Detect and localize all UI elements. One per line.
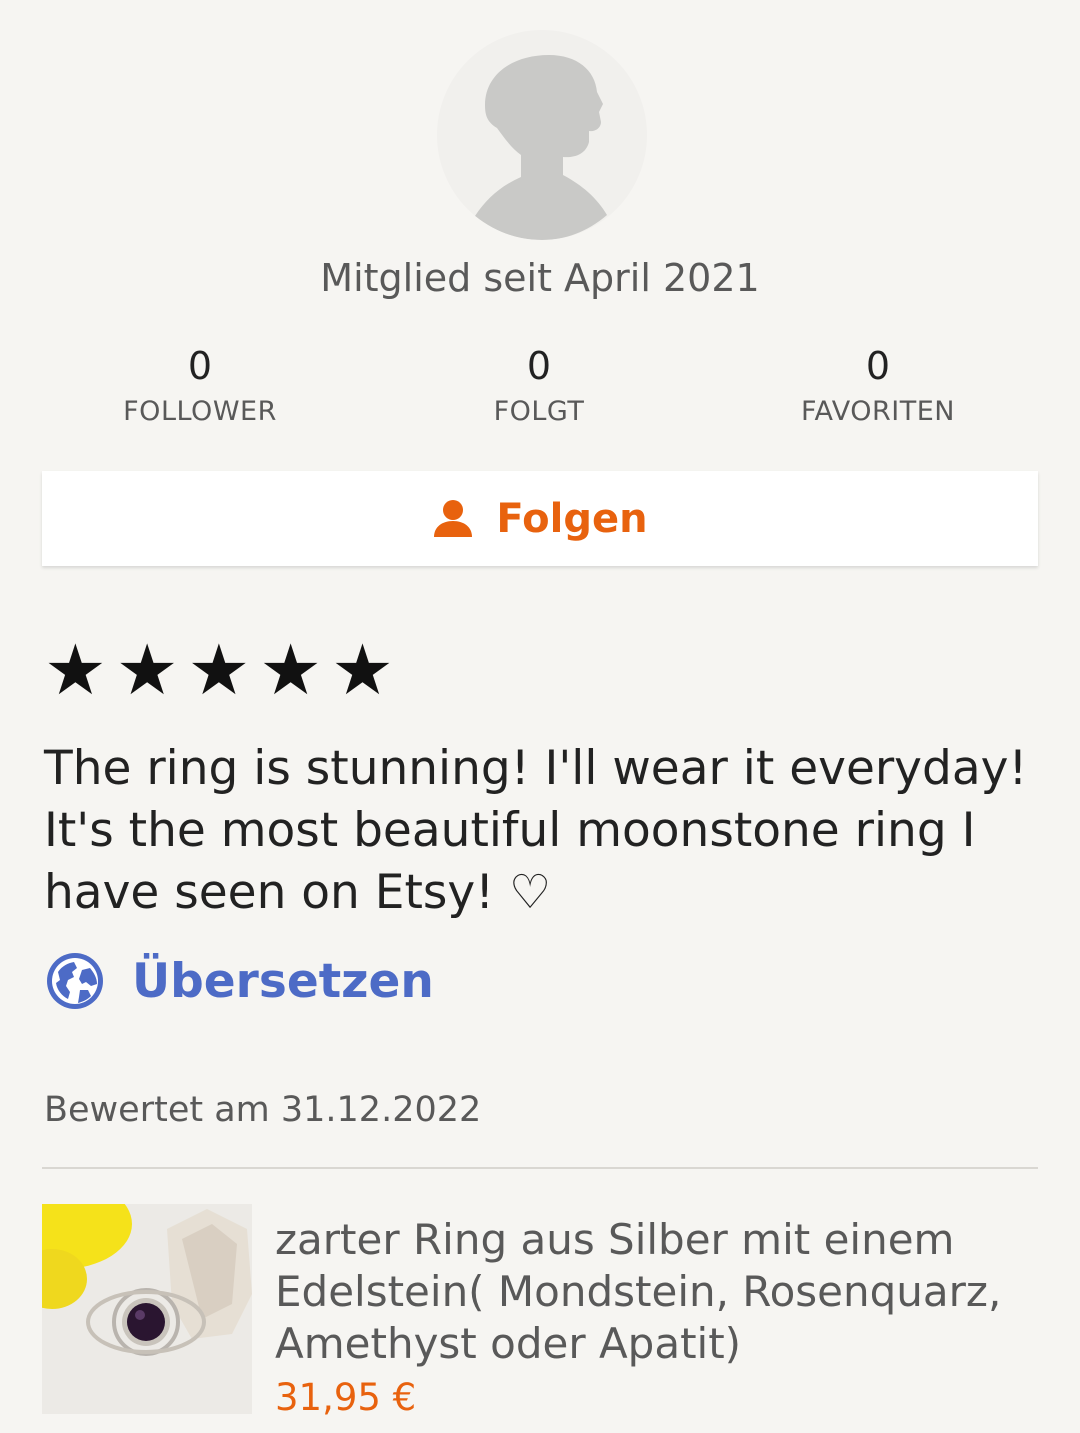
product-title[interactable]: zarter Ring aus Silber mit einem Edelste… bbox=[275, 1214, 1065, 1370]
star-icon: ★ bbox=[187, 629, 251, 711]
default-avatar-silhouette-icon bbox=[475, 55, 607, 240]
follow-button[interactable]: Folgen bbox=[42, 471, 1038, 566]
ring-photo bbox=[42, 1204, 252, 1414]
rating-stars: ★ ★ ★ ★ ★ bbox=[44, 635, 403, 705]
globe-icon bbox=[47, 953, 103, 1009]
translate-button[interactable]: Übersetzen bbox=[44, 950, 434, 1012]
translate-label: Übersetzen bbox=[132, 953, 434, 1009]
stat-following[interactable]: 0 FOLGT bbox=[389, 340, 689, 427]
stat-label: FAVORITEN bbox=[800, 396, 955, 427]
profile-avatar bbox=[437, 30, 647, 240]
star-icon: ★ bbox=[44, 629, 107, 711]
stat-followers[interactable]: 0 FOLLOWER bbox=[50, 340, 350, 427]
divider bbox=[42, 1167, 1038, 1169]
stat-value: 0 bbox=[526, 344, 552, 388]
follow-button-label: Folgen bbox=[496, 495, 648, 542]
product-image[interactable] bbox=[42, 1204, 252, 1414]
review-text: The ring is stunning! I'll wear it every… bbox=[44, 741, 1028, 920]
star-icon: ★ bbox=[259, 629, 323, 711]
star-icon: ★ bbox=[115, 629, 179, 711]
product-price: 31,95 € bbox=[275, 1376, 417, 1419]
member-since: Mitglied seit April 2021 bbox=[320, 256, 760, 300]
stat-label: FOLGT bbox=[493, 396, 585, 427]
person-icon bbox=[434, 499, 473, 537]
stat-value: 0 bbox=[187, 344, 213, 388]
stat-value: 0 bbox=[865, 344, 891, 388]
stat-label: FOLLOWER bbox=[123, 396, 277, 427]
review-date: Bewertet am 31.12.2022 bbox=[44, 1090, 482, 1130]
stat-favorites[interactable]: 0 FAVORITEN bbox=[728, 340, 1028, 427]
star-icon: ★ bbox=[331, 629, 394, 711]
